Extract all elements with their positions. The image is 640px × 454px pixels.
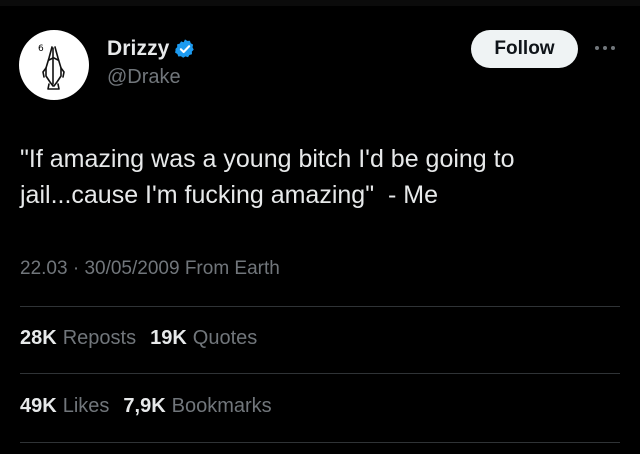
verified-badge-icon[interactable] <box>174 38 196 60</box>
bookmarks-count: 7,9K <box>123 395 166 417</box>
likes-count: 49K <box>20 395 57 417</box>
quotes-count: 19K <box>150 327 187 349</box>
quotes-stat[interactable]: 19K Quotes <box>150 327 257 350</box>
likes-bookmarks-stats: 49K Likes 7,9K Bookmarks <box>20 395 286 418</box>
author-name-row[interactable]: Drizzy <box>107 37 196 61</box>
top-edge <box>0 0 640 6</box>
bookmarks-label: Bookmarks <box>171 395 272 417</box>
reposts-count: 28K <box>20 327 57 349</box>
tweet-meta: 22.03 · 30/05/2009 From Earth <box>20 258 280 280</box>
divider <box>20 442 620 443</box>
tweet-text: "If amazing was a young bitch I'd be goi… <box>20 145 515 209</box>
tweet-date[interactable]: 30/05/2009 <box>84 258 179 279</box>
repost-quote-stats: 28K Reposts 19K Quotes <box>20 327 271 350</box>
follow-button[interactable]: Follow <box>471 30 578 68</box>
avatar[interactable]: 6 <box>19 30 89 100</box>
bookmarks-stat[interactable]: 7,9K Bookmarks <box>123 395 271 418</box>
tweet-time[interactable]: 22.03 <box>20 258 68 279</box>
praying-hands-icon: 6 <box>38 44 65 90</box>
likes-stat[interactable]: 49K Likes <box>20 395 109 418</box>
reposts-stat[interactable]: 28K Reposts <box>20 327 136 350</box>
reposts-label: Reposts <box>62 327 137 349</box>
quotes-label: Quotes <box>192 327 258 349</box>
tweet-source: From Earth <box>184 258 280 279</box>
more-horizontal-icon[interactable] <box>592 40 618 56</box>
divider <box>20 306 620 307</box>
display-name[interactable]: Drizzy <box>107 37 169 61</box>
likes-label: Likes <box>62 395 110 417</box>
author-handle[interactable]: @Drake <box>107 66 181 89</box>
avatar-number: 6 <box>38 44 44 54</box>
meta-separator: · <box>72 258 80 279</box>
divider <box>20 373 620 374</box>
